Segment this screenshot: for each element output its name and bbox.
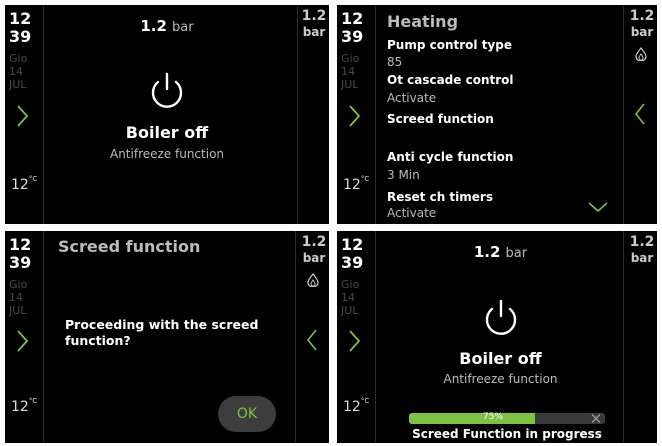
side-pressure-value: 1.2 <box>629 8 655 24</box>
status-title: Boiler off <box>459 349 542 368</box>
side-pressure-unit: bar <box>630 25 654 39</box>
right-panel: 1.2 bar <box>299 5 329 224</box>
clock-minute: 39 <box>9 253 32 272</box>
power-icon[interactable] <box>479 297 523 341</box>
chevron-left-icon[interactable] <box>633 101 647 127</box>
sidebar: 12 39 Gio 14 JUL 12°C <box>337 231 375 443</box>
outdoor-temp: 12°C <box>343 397 370 415</box>
screen-boiler-off: 12 39 Gio 14 JUL 12°C 1.2 bar Boiler off… <box>5 5 329 224</box>
dialog-title: Screed function <box>58 237 201 256</box>
side-pressure-unit: bar <box>630 251 654 265</box>
day-number: 14 <box>341 65 355 78</box>
side-pressure-value: 1.2 <box>301 234 327 250</box>
dialog-question: Proceeding with the screed function? <box>65 317 259 348</box>
clock-minute: 39 <box>341 27 364 46</box>
clock-hour: 12 <box>341 9 364 28</box>
outdoor-temp: 12°C <box>343 175 370 193</box>
month: JUL <box>341 78 359 91</box>
menu-item-value: Activate <box>387 206 437 220</box>
right-panel: 1.2 bar <box>627 231 657 443</box>
clock-hour: 12 <box>9 235 32 254</box>
day-number: 14 <box>341 291 355 304</box>
flame-icon <box>307 273 319 287</box>
status-subtitle: Antifreeze function <box>443 372 558 386</box>
outdoor-temp: 12°C <box>11 397 38 415</box>
sidebar: 12 39 Gio 14 JUL 12°C <box>5 5 43 224</box>
menu-item-screed[interactable]: Screed function <box>387 112 494 126</box>
progress-percent: 75% <box>482 412 503 422</box>
menu-item-ot-cascade[interactable]: Ot cascade control <box>387 73 514 87</box>
outdoor-temp: 12°C <box>11 175 38 193</box>
pressure-readout: 1.2 bar <box>140 17 194 35</box>
chevron-left-icon[interactable] <box>305 327 319 353</box>
side-pressure-unit: bar <box>302 25 326 39</box>
pressure-readout: 1.2 bar <box>473 243 528 261</box>
month: JUL <box>9 304 27 317</box>
screen-screed-progress: 12 39 Gio 14 JUL 12°C 1.2 bar Boiler off… <box>337 231 657 443</box>
progress-label: Screed Function in progress <box>412 427 602 441</box>
menu-item-value: 3 Min <box>387 168 420 182</box>
day-number: 14 <box>9 65 23 78</box>
day-name: Gio <box>9 52 28 65</box>
menu-item-reset-timers[interactable]: Reset ch timers <box>387 190 493 204</box>
menu-item-pump-control[interactable]: Pump control type <box>387 38 512 52</box>
menu-item-value: 85 <box>387 55 403 69</box>
day-name: Gio <box>341 52 360 65</box>
menu-title: Heating <box>387 12 459 31</box>
side-pressure-value: 1.2 <box>629 234 655 250</box>
sidebar: 12 39 Gio 14 JUL 12°C <box>337 5 375 224</box>
close-icon[interactable] <box>590 413 602 424</box>
day-number: 14 <box>9 291 23 304</box>
status-title: Boiler off <box>125 123 209 142</box>
right-panel: 1.2 bar <box>627 5 657 224</box>
ok-button[interactable]: OK <box>218 396 276 432</box>
month: JUL <box>9 78 27 91</box>
flame-icon <box>635 47 647 61</box>
month: JUL <box>341 304 359 317</box>
screen-screed-dialog: 12 39 Gio 14 JUL 12°C Screed function Pr… <box>5 231 329 443</box>
menu-item-anti-cycle[interactable]: Anti cycle function <box>387 150 513 164</box>
power-icon[interactable] <box>145 70 189 114</box>
day-name: Gio <box>9 278 28 291</box>
screen-heating-menu: 12 39 Gio 14 JUL 12°C Heating Pump contr… <box>337 5 657 224</box>
chevron-right-icon[interactable] <box>346 103 362 129</box>
menu-item-value: Activate <box>387 91 437 105</box>
right-panel: 1.2 bar <box>299 231 329 443</box>
day-name: Gio <box>341 278 360 291</box>
chevron-right-icon[interactable] <box>14 328 30 354</box>
chevron-down-icon[interactable] <box>587 201 609 213</box>
side-pressure-unit: bar <box>302 251 326 265</box>
status-subtitle: Antifreeze function <box>109 147 225 161</box>
sidebar: 12 39 Gio 14 JUL 12°C <box>5 231 43 443</box>
side-pressure-value: 1.2 <box>301 8 327 24</box>
progress-bar: 75% <box>409 412 605 424</box>
